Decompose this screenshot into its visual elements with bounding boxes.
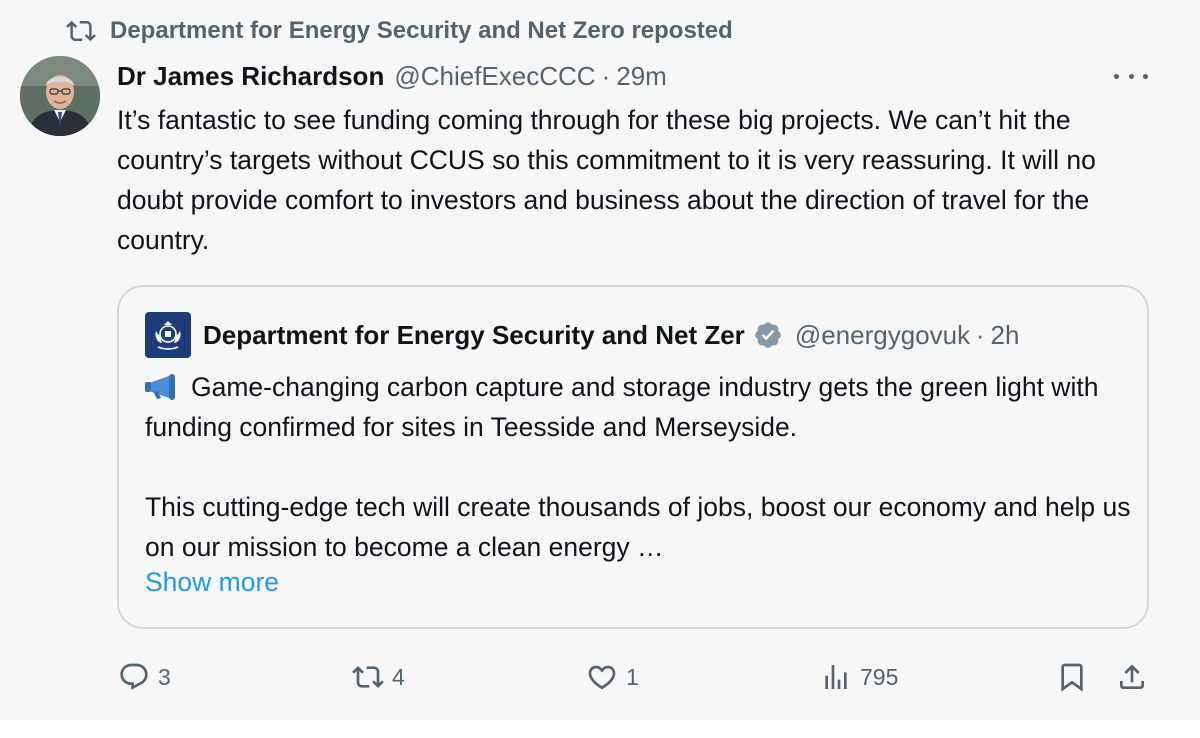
megaphone-icon xyxy=(145,374,175,400)
more-icon[interactable] xyxy=(1114,64,1148,88)
author-name[interactable]: Dr James Richardson xyxy=(117,61,384,92)
repost-count: 4 xyxy=(392,663,405,690)
quoted-paragraph-2: This cutting-edge tech will create thous… xyxy=(145,492,1131,562)
separator: · xyxy=(601,60,611,91)
author-handle[interactable]: @ChiefExecCCC xyxy=(394,61,595,92)
avatar[interactable] xyxy=(20,56,100,136)
views-button[interactable]: 795 xyxy=(820,652,898,702)
repost-icon xyxy=(66,20,96,42)
tweet-header: Dr James Richardson @ChiefExecCCC · 29m xyxy=(117,58,1150,94)
bookmark-button[interactable] xyxy=(1056,652,1088,702)
repost-icon xyxy=(352,666,384,688)
bookmark-icon xyxy=(1061,663,1083,692)
quoted-timestamp[interactable]: 2h xyxy=(990,320,1019,351)
like-button[interactable]: 1 xyxy=(586,652,639,702)
government-crest-icon[interactable] xyxy=(145,312,191,358)
views-icon xyxy=(825,665,847,689)
verified-badge-icon xyxy=(755,322,781,348)
reply-button[interactable]: 3 xyxy=(118,652,171,702)
view-count: 795 xyxy=(860,663,899,690)
reply-count: 3 xyxy=(158,663,171,690)
share-icon xyxy=(1120,664,1144,689)
avatar-photo xyxy=(20,56,100,136)
quoted-tweet[interactable]: Department for Energy Security and Net Z… xyxy=(117,285,1149,629)
repost-button[interactable]: 4 xyxy=(352,652,405,702)
heart-icon xyxy=(588,665,616,690)
show-more-link[interactable]: Show more xyxy=(145,567,279,598)
share-button[interactable] xyxy=(1116,652,1148,702)
quoted-tweet-header: Department for Energy Security and Net Z… xyxy=(145,312,1123,358)
repost-context[interactable]: Department for Energy Security and Net Z… xyxy=(66,14,733,48)
separator: · xyxy=(975,319,985,350)
repost-text: Department for Energy Security and Net Z… xyxy=(110,17,733,44)
divider xyxy=(0,720,1200,738)
quoted-paragraph-1: Game-changing carbon capture and storage… xyxy=(145,372,1099,442)
quoted-author-handle[interactable]: @energygovuk xyxy=(795,320,970,351)
quoted-tweet-body: Game-changing carbon capture and storage… xyxy=(145,367,1135,567)
tweet-timestamp[interactable]: 29m xyxy=(616,61,667,92)
quoted-paragraph: Game-changing carbon capture and storage… xyxy=(145,367,1135,447)
like-count: 1 xyxy=(626,663,639,690)
quoted-author-name[interactable]: Department for Energy Security and Net Z… xyxy=(203,320,745,351)
action-bar: 3 4 1 795 xyxy=(0,652,1200,702)
reply-icon xyxy=(120,663,148,690)
tweet-text: It’s fantastic to see funding coming thr… xyxy=(117,105,1096,255)
